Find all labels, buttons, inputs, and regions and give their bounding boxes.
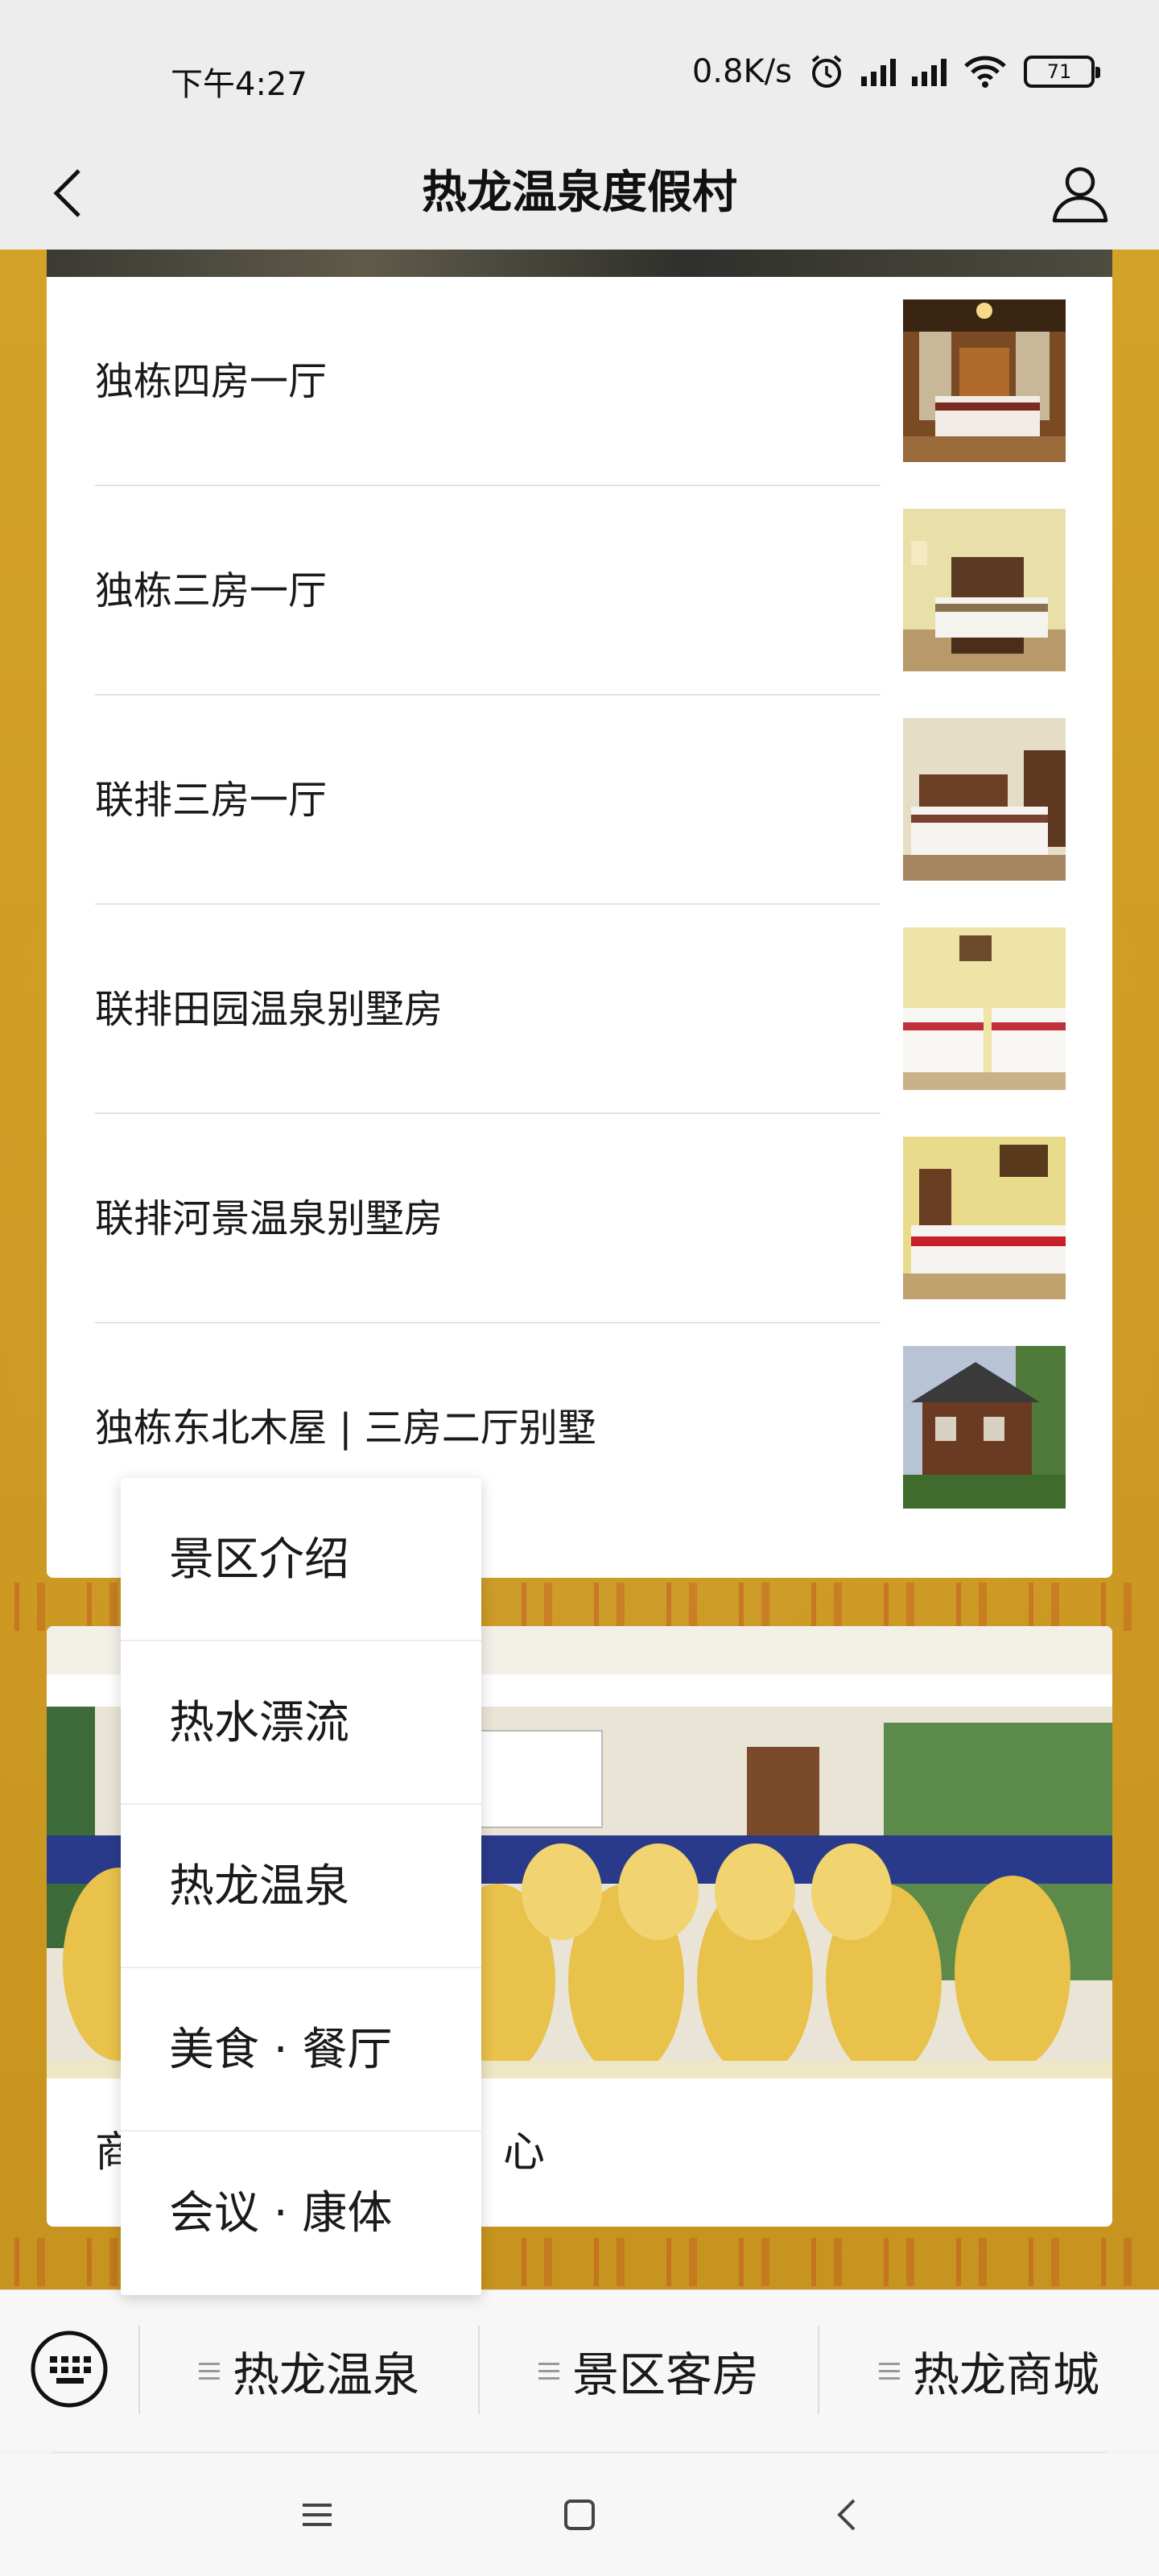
nav-bar: 热龙温泉度假村: [0, 137, 1159, 250]
room-photo: [903, 718, 1066, 881]
battery-icon: 71: [1024, 56, 1100, 88]
popup-menu: 景区介绍 热水漂流 热龙温泉 美食 · 餐厅 会议 · 康体: [121, 1478, 481, 2295]
room-name: 独栋三房一厅: [95, 568, 328, 613]
menu-item-scenic-intro[interactable]: 景区介绍: [121, 1478, 481, 1641]
room-item[interactable]: 联排河景温泉别墅房: [95, 1114, 1066, 1323]
menu-item-hot-spring[interactable]: 热龙温泉: [121, 1805, 481, 1968]
room-photo: [903, 1137, 1066, 1299]
status-time: 下午4:27: [171, 66, 307, 103]
list-icon: [878, 2358, 900, 2384]
status-icons: 0.8K/s 71: [691, 53, 1100, 90]
banner-photo-edge: [47, 250, 1112, 277]
system-nav-bar: [0, 2454, 1159, 2576]
list-icon: [198, 2358, 220, 2384]
keyboard-icon[interactable]: [29, 2329, 109, 2409]
room-name: 联排田园温泉别墅房: [95, 987, 443, 1032]
menu-icon[interactable]: [293, 2491, 341, 2539]
menu-item-meeting[interactable]: 会议 · 康体: [121, 2132, 481, 2295]
home-icon[interactable]: [555, 2491, 604, 2539]
room-item[interactable]: 联排三房一厅: [95, 696, 1066, 905]
back-icon[interactable]: [823, 2491, 871, 2539]
page-title: 热龙温泉度假村: [422, 167, 737, 219]
room-photo: [903, 927, 1066, 1090]
hall-caption-right: 心: [503, 2128, 546, 2177]
room-name: 独栋四房一厅: [95, 359, 328, 404]
menu-item-rafting[interactable]: 热水漂流: [121, 1641, 481, 1805]
signal-icon: [912, 57, 947, 86]
user-icon[interactable]: [1046, 159, 1114, 227]
list-icon: [538, 2358, 559, 2384]
battery-level: 71: [1046, 60, 1072, 83]
tab-hot-spring[interactable]: 热龙温泉: [140, 2290, 478, 2451]
cabin-photo: [903, 1346, 1066, 1509]
status-bar: 下午4:27 0.8K/s 71: [0, 0, 1159, 145]
room-name: 联排河景温泉别墅房: [95, 1196, 443, 1241]
room-photo: [903, 509, 1066, 671]
tab-label: 热龙温泉: [232, 2347, 419, 2402]
bottom-menu: 热龙温泉 景区客房 热龙商城: [0, 2289, 1159, 2450]
tab-label: 热龙商城: [912, 2347, 1099, 2402]
rooms-card: 独栋四房一厅 独栋三房一厅 联排三房一厅 联排田园温泉别墅房 联排河景温泉别墅房…: [47, 277, 1112, 1578]
hd-signal-icon: [861, 57, 896, 86]
room-item[interactable]: 联排田园温泉别墅房: [95, 905, 1066, 1114]
room-item[interactable]: 独栋四房一厅: [95, 277, 1066, 486]
tab-mall[interactable]: 热龙商城: [819, 2290, 1159, 2451]
room-photo: [903, 299, 1066, 462]
room-name: 联排三房一厅: [95, 778, 328, 823]
network-speed: 0.8K/s: [691, 53, 792, 90]
menu-item-dining[interactable]: 美食 · 餐厅: [121, 1968, 481, 2132]
wifi-icon: [964, 56, 1006, 88]
room-item[interactable]: 独栋三房一厅: [95, 486, 1066, 696]
tab-rooms[interactable]: 景区客房: [480, 2290, 818, 2451]
alarm-icon: [811, 55, 842, 88]
tab-label: 景区客房: [571, 2347, 759, 2402]
